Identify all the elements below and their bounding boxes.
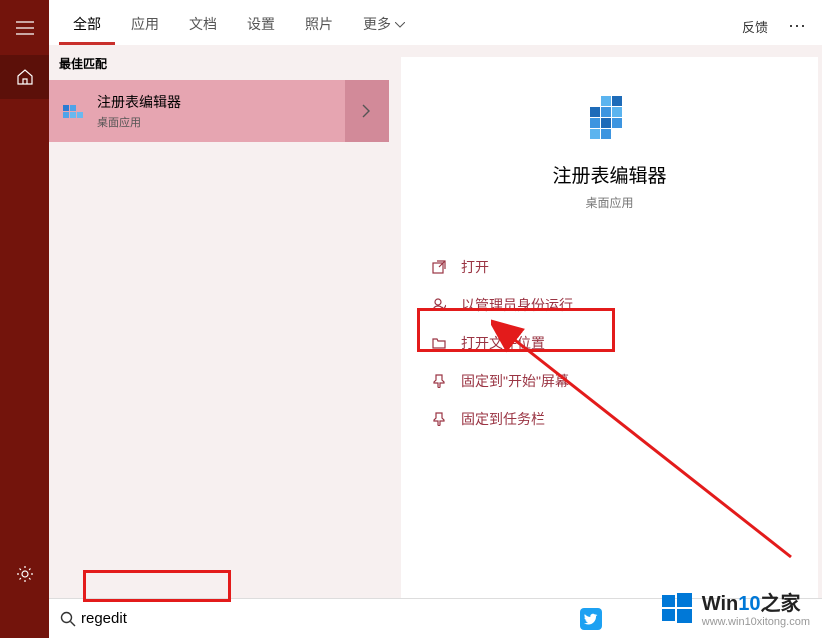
tab-bar: 全部 应用 文档 设置 照片 更多 反馈 ⋯ [49,0,822,45]
action-folder-label: 打开文件位置 [461,333,545,353]
home-button[interactable] [0,55,49,99]
result-expand-button[interactable] [345,80,389,142]
left-rail [0,0,49,638]
action-list: 打开 以管理员身份运行 打开文件位置 固定到"开始"屏幕 固定到任务栏 [401,251,818,441]
tab-settings[interactable]: 设置 [233,4,289,45]
wm-brand1: Win [702,593,738,615]
folder-icon [431,335,447,351]
tab-documents[interactable]: 文档 [175,4,231,45]
results-column: 最佳匹配 注册表编辑器 桌面应用 [49,45,389,638]
result-title: 注册表编辑器 [97,92,345,112]
result-subtitle: 桌面应用 [97,114,345,130]
hamburger-menu-button[interactable] [0,6,49,50]
tab-apps[interactable]: 应用 [117,4,173,45]
action-run-as-admin[interactable]: 以管理员身份运行 [427,289,818,321]
best-match-header: 最佳匹配 [49,45,389,80]
settings-button[interactable] [0,552,49,596]
action-open[interactable]: 打开 [427,251,818,283]
action-pintaskbar-label: 固定到任务栏 [461,409,545,429]
search-icon [49,611,77,627]
wm-brand3: 之家 [761,593,801,615]
admin-icon [431,297,447,313]
pin-taskbar-icon [431,411,447,427]
main-area: 全部 应用 文档 设置 照片 更多 反馈 ⋯ 最佳匹配 注册表编辑器 桌面应用 [49,0,822,638]
tab-more[interactable]: 更多 [349,4,419,45]
detail-panel: 注册表编辑器 桌面应用 打开 以管理员身份运行 打开文件位置 固定 [401,57,818,634]
watermark: Win10之家 www.win10xitong.com [660,587,810,628]
action-pin-to-taskbar[interactable]: 固定到任务栏 [427,403,818,435]
more-options-button[interactable]: ⋯ [784,16,812,37]
action-open-file-location[interactable]: 打开文件位置 [427,327,818,359]
tab-photos[interactable]: 照片 [291,4,347,45]
open-icon [431,259,447,275]
wm-url: www.win10xitong.com [702,616,810,628]
detail-regedit-icon [580,87,640,147]
windows-logo-icon [660,591,694,625]
action-admin-label: 以管理员身份运行 [461,295,573,315]
wm-brand2: 10 [738,593,760,615]
result-item-regedit[interactable]: 注册表编辑器 桌面应用 [49,80,389,142]
action-pinstart-label: 固定到"开始"屏幕 [461,371,569,391]
action-open-label: 打开 [461,257,489,277]
regedit-icon [49,97,97,125]
pin-start-icon [431,373,447,389]
feedback-link[interactable]: 反馈 [734,17,776,36]
detail-title: 注册表编辑器 [552,161,666,188]
twitter-icon [580,608,602,630]
action-pin-to-start[interactable]: 固定到"开始"屏幕 [427,365,818,397]
tab-all[interactable]: 全部 [59,4,115,45]
detail-subtitle: 桌面应用 [585,194,633,211]
